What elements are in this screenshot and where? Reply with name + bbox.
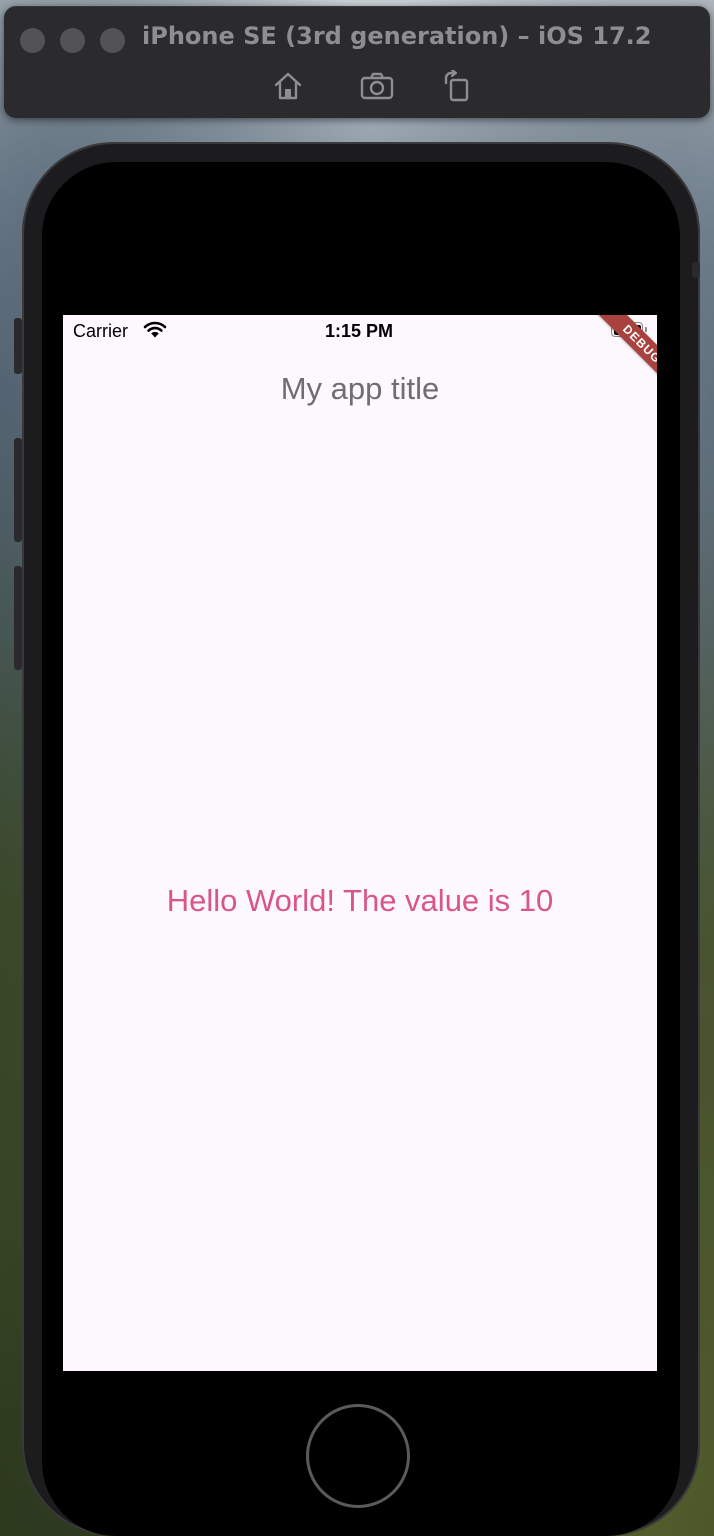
carrier-label: Carrier <box>73 321 129 341</box>
home-icon[interactable] <box>270 68 306 104</box>
mute-switch <box>14 318 22 374</box>
page-title: My app title <box>280 371 440 406</box>
power-button <box>692 262 700 278</box>
rotate-icon[interactable] <box>438 68 474 104</box>
volume-up-button <box>14 438 22 542</box>
volume-down-button <box>14 566 22 670</box>
close-window-button[interactable] <box>20 28 45 53</box>
home-button[interactable] <box>306 1404 410 1508</box>
zoom-window-button[interactable] <box>100 28 125 53</box>
status-time: 1:15 PM <box>325 321 394 341</box>
wifi-icon <box>143 321 167 344</box>
minimize-window-button[interactable] <box>60 28 85 53</box>
app-screen: Carrier 1:15 PM DEBUG My app title Hello… <box>63 315 657 1371</box>
hello-value-text: Hello World! The value is 10 <box>166 883 554 918</box>
status-bar: Carrier 1:15 PM <box>63 315 657 349</box>
simulator-window-title: iPhone SE (3rd generation) – iOS 17.2 <box>142 22 652 50</box>
screenshot-icon[interactable] <box>359 68 395 104</box>
simulator-window-bar: iPhone SE (3rd generation) – iOS 17.2 <box>4 6 710 118</box>
